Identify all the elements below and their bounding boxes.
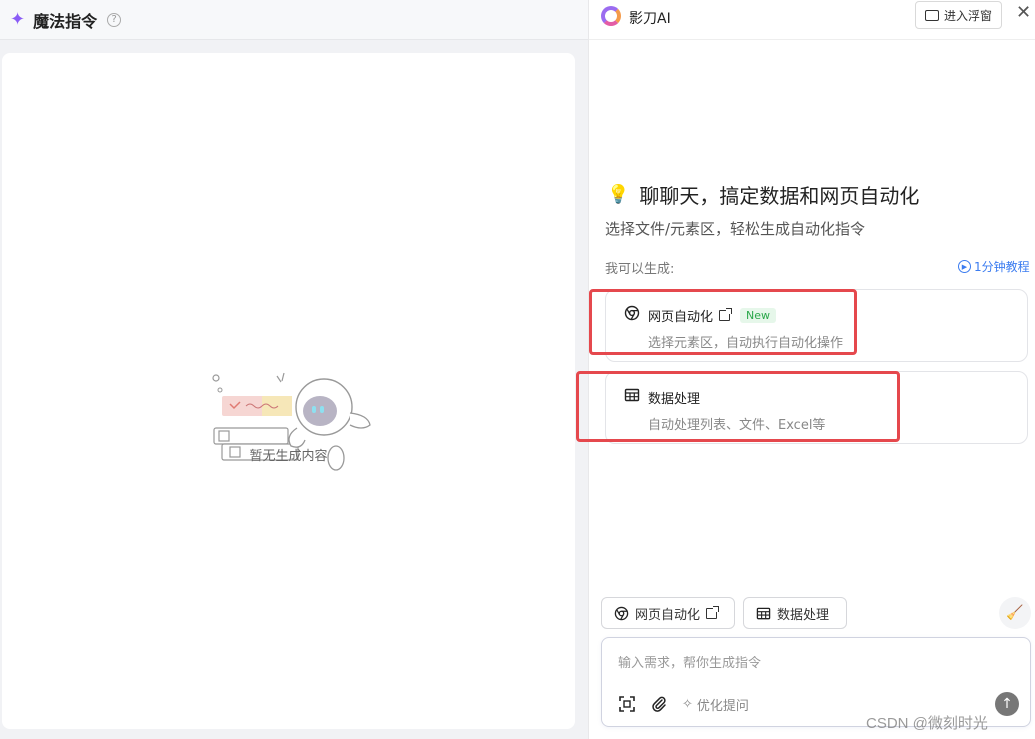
tutorial-link[interactable]: ▶ 1分钟教程	[958, 258, 1030, 275]
float-window-button[interactable]: 进入浮窗	[915, 1, 1002, 29]
table-icon	[756, 607, 771, 619]
paperclip-icon	[652, 696, 666, 712]
optimize-label: 优化提问	[696, 699, 749, 714]
card-title-text: 网页自动化	[648, 310, 714, 325]
command-canvas: 暂无生成内容	[2, 53, 575, 729]
screenshot-select-button[interactable]	[616, 693, 638, 715]
empty-state-text: 暂无生成内容	[249, 449, 328, 464]
ai-assistant-panel: 影刀AI 进入浮窗 ✕ 💡 聊聊天，搞定数据和网页自动化 选择文件/元素区，轻松…	[576, 0, 1035, 739]
page-title: 魔法指令	[33, 11, 98, 31]
app-logo-icon	[601, 6, 621, 26]
lightbulb-icon: 💡	[607, 184, 630, 205]
new-badge: New	[740, 308, 777, 323]
float-window-label: 进入浮窗	[943, 8, 992, 23]
close-icon[interactable]: ✕	[1016, 4, 1031, 22]
can-generate-label: 我可以生成:	[605, 262, 675, 277]
sparkle-icon: ✦	[10, 8, 26, 30]
hero-title-text: 聊聊天，搞定数据和网页自动化	[639, 184, 920, 208]
chip-web-automation[interactable]: 网页自动化	[601, 597, 735, 629]
card-web-automation[interactable]: 网页自动化 New 选择元素区，自动执行自动化操作	[605, 289, 1028, 362]
attach-file-button[interactable]	[648, 693, 670, 715]
card-data-processing[interactable]: 数据处理 自动处理列表、文件、Excel等	[605, 371, 1028, 444]
play-icon: ▶	[958, 260, 971, 273]
chip-label: 数据处理	[777, 607, 830, 623]
card-title: 网页自动化 New	[648, 306, 777, 325]
table-icon	[624, 388, 640, 402]
send-button[interactable]: ↑	[995, 692, 1019, 716]
card-title-text: 数据处理	[648, 392, 701, 407]
external-link-icon	[719, 308, 733, 321]
card-description: 选择元素区，自动执行自动化操作	[648, 336, 844, 351]
chrome-icon	[614, 606, 629, 620]
left-header: ✦ 魔法指令 ?	[0, 0, 588, 40]
magic-command-pane: ✦ 魔法指令 ? 暂无生成内容	[0, 0, 588, 739]
card-title: 数据处理	[648, 388, 700, 407]
chip-label: 网页自动化	[635, 607, 701, 623]
external-link-icon	[706, 605, 720, 619]
assistant-header: 影刀AI 进入浮窗 ✕	[589, 0, 1035, 40]
sparkle-icon: ✧	[682, 697, 693, 712]
watermark: CSDN @微刻时光	[866, 715, 988, 732]
chip-data-processing[interactable]: 数据处理	[743, 597, 847, 629]
scan-frame-icon	[619, 696, 635, 712]
window-icon	[924, 9, 939, 21]
chrome-icon	[624, 305, 640, 321]
tutorial-label: 1分钟教程	[974, 260, 1030, 274]
optimize-prompt-button[interactable]: ✧ 优化提问	[682, 695, 749, 714]
broom-icon: 🧹	[1006, 605, 1024, 621]
app-name: 影刀AI	[629, 11, 671, 27]
help-icon[interactable]: ?	[107, 12, 122, 27]
card-description: 自动处理列表、文件、Excel等	[648, 418, 826, 433]
arrow-up-icon: ↑	[1001, 696, 1013, 712]
clear-conversation-button[interactable]: 🧹	[999, 597, 1031, 629]
hero-subtitle: 选择文件/元素区，轻松生成自动化指令	[605, 220, 866, 238]
chat-input[interactable]	[618, 656, 998, 671]
hero-title: 💡 聊聊天，搞定数据和网页自动化	[607, 180, 919, 209]
